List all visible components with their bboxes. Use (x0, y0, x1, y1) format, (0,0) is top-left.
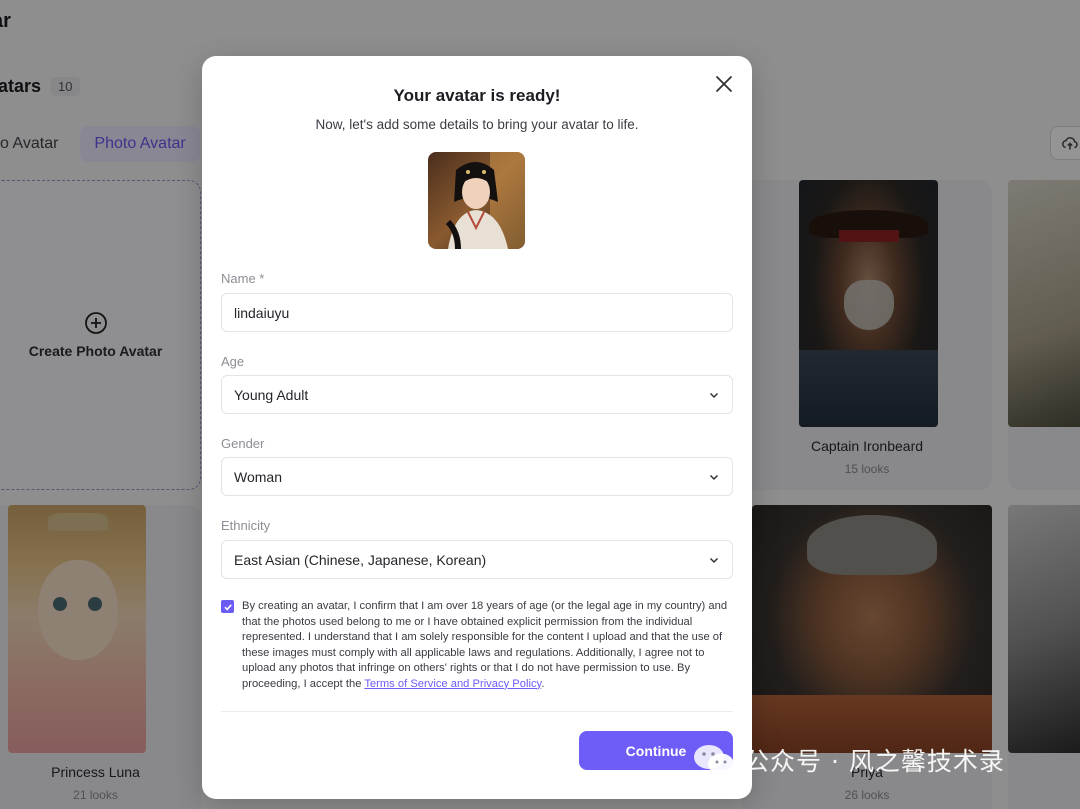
watermark-text: 公众号 · 风之馨技术录 (744, 747, 1005, 776)
consent-row: By creating an avatar, I confirm that I … (221, 599, 733, 692)
name-input[interactable] (221, 293, 733, 332)
modal-title: Your avatar is ready! (393, 86, 561, 105)
generated-avatar-image (428, 152, 525, 249)
watermark: 公众号 · 风之馨技术录 (692, 742, 1005, 778)
gender-select[interactable]: Woman (221, 457, 733, 496)
age-select[interactable]: Young Adult (221, 375, 733, 414)
ethnicity-selected-value: East Asian (Chinese, Japanese, Korean) (234, 551, 487, 568)
consent-suffix: . (541, 677, 545, 690)
modal-subtitle: Now, let's add some details to bring you… (315, 117, 639, 132)
gender-label: Gender (221, 436, 265, 451)
chevron-down-icon (709, 557, 719, 563)
terms-privacy-link[interactable]: Terms of Service and Privacy Policy (364, 678, 541, 690)
consent-checkbox[interactable] (221, 600, 234, 613)
ethnicity-select[interactable]: East Asian (Chinese, Japanese, Korean) (221, 540, 733, 579)
chevron-down-icon (709, 392, 719, 398)
name-label: Name * (221, 271, 265, 286)
age-label: Age (221, 354, 245, 369)
age-selected-value: Young Adult (234, 386, 309, 403)
checkmark-icon (223, 603, 232, 611)
ethnicity-label: Ethnicity (221, 518, 271, 533)
wechat-icon (694, 745, 734, 775)
consent-text: By creating an avatar, I confirm that I … (242, 599, 733, 692)
gender-selected-value: Woman (234, 468, 282, 485)
avatar-details-modal: Your avatar is ready! Now, let's add som… (202, 56, 752, 799)
divider (221, 711, 733, 712)
consent-statement: By creating an avatar, I confirm that I … (242, 600, 728, 690)
chevron-down-icon (709, 474, 719, 480)
